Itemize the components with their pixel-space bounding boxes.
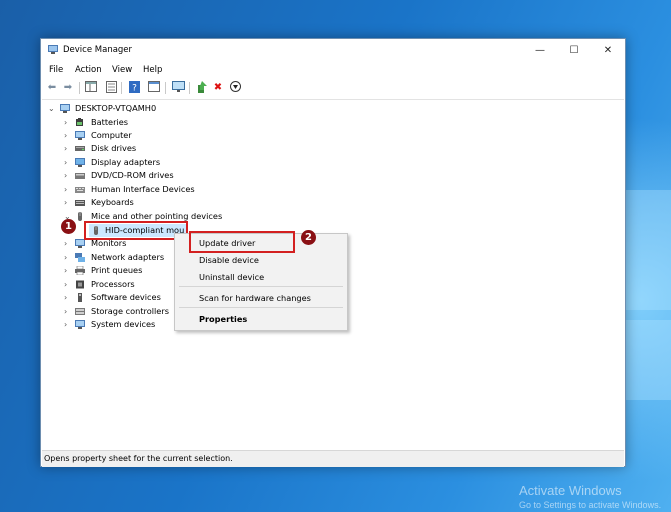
chevron-right-icon[interactable]: ›	[64, 237, 72, 250]
chevron-right-icon[interactable]: ›	[64, 196, 72, 209]
menu-disable-device[interactable]: Disable device	[199, 255, 259, 265]
tree-item-label: Print queues	[91, 265, 143, 275]
chevron-right-icon[interactable]: ›	[64, 116, 72, 129]
menu-bar: File Action View Help	[41, 62, 625, 79]
highlight-box-update-driver	[189, 231, 295, 253]
menu-view[interactable]: View	[112, 65, 132, 75]
tree-item-computer[interactable]: › Computer	[64, 129, 244, 142]
close-button[interactable]: ✕	[591, 39, 625, 62]
menu-file[interactable]: File	[49, 65, 63, 75]
disk-drive-icon	[75, 146, 85, 151]
processor-icon	[76, 280, 84, 289]
network-adapter-icon	[75, 253, 85, 262]
display-adapter-icon	[75, 158, 85, 167]
menu-scan-hardware[interactable]: Scan for hardware changes	[199, 293, 311, 303]
storage-controller-icon	[75, 308, 85, 315]
tree-root[interactable]: ⌄ DESKTOP-VTQAMH0	[48, 102, 248, 115]
tree-item-label: Disk drives	[91, 143, 137, 153]
chevron-right-icon[interactable]: ›	[64, 305, 72, 318]
dvd-drive-icon	[75, 173, 85, 179]
console-tree-icon[interactable]	[84, 81, 98, 95]
tree-item-label: Batteries	[91, 117, 129, 127]
tree-item-label: Keyboards	[91, 197, 134, 207]
tree-item-label: System devices	[91, 319, 156, 329]
toolbar-separator	[165, 82, 166, 94]
tree-item-human-interface-devices[interactable]: › Human Interface Devices	[64, 183, 244, 196]
activate-windows-watermark: Activate Windows Go to Settings to activ…	[519, 484, 661, 512]
system-device-icon	[75, 320, 85, 329]
toolbar: ⬅ ➡ ? ✖	[41, 79, 625, 99]
tree-item-label: Processors	[91, 279, 135, 289]
watermark-subtitle: Go to Settings to activate Windows.	[519, 500, 662, 510]
menu-separator	[179, 286, 343, 287]
toolbar-separator	[79, 82, 80, 94]
step-2-badge: 2	[301, 230, 316, 245]
menu-separator	[179, 307, 343, 308]
chevron-right-icon[interactable]: ›	[64, 318, 72, 331]
scan-hardware-icon[interactable]	[171, 81, 185, 95]
tree-item-disk-drives[interactable]: › Disk drives	[64, 142, 244, 155]
computer-name: DESKTOP-VTQAMH0	[75, 103, 157, 113]
menu-help[interactable]: Help	[143, 65, 162, 75]
menu-action[interactable]: Action	[75, 65, 102, 75]
chevron-right-icon[interactable]: ›	[64, 183, 72, 196]
computer-icon	[60, 104, 70, 113]
tree-item-label: Storage controllers	[91, 306, 169, 316]
hid-icon	[75, 187, 85, 193]
help-icon[interactable]: ?	[127, 81, 141, 95]
chevron-down-icon[interactable]: ⌄	[48, 102, 56, 115]
maximize-button[interactable]: ☐	[557, 39, 591, 62]
device-manager-icon	[48, 45, 58, 54]
battery-icon	[76, 118, 83, 126]
back-arrow-icon[interactable]: ⬅	[45, 81, 59, 95]
step-1-badge: 1	[61, 219, 76, 234]
chevron-right-icon[interactable]: ›	[64, 291, 72, 304]
chevron-right-icon[interactable]: ›	[64, 156, 72, 169]
tree-item-label: DVD/CD-ROM drives	[91, 170, 174, 180]
monitor-icon	[75, 239, 85, 248]
view-icon[interactable]	[147, 81, 161, 95]
chevron-right-icon[interactable]: ›	[64, 251, 72, 264]
tree-item-display-adapters[interactable]: › Display adapters	[64, 156, 244, 169]
status-text: Opens property sheet for the current sel…	[44, 454, 233, 463]
tree-item-label: Network adapters	[91, 252, 165, 262]
svg-text:?: ?	[132, 84, 137, 94]
forward-arrow-icon[interactable]: ➡	[61, 81, 75, 95]
printer-icon	[75, 266, 85, 275]
chevron-right-icon[interactable]: ›	[64, 142, 72, 155]
tree-item-keyboards[interactable]: › Keyboards	[64, 196, 244, 209]
tree-item-batteries[interactable]: › Batteries	[64, 116, 244, 129]
tree-item-label: Software devices	[91, 292, 161, 302]
chevron-right-icon[interactable]: ›	[64, 129, 72, 142]
keyboard-icon	[75, 200, 85, 206]
update-driver-icon[interactable]	[195, 81, 209, 95]
mouse-icon	[78, 212, 82, 221]
tree-item-dvd-drives[interactable]: › DVD/CD-ROM drives	[64, 169, 244, 182]
software-device-icon	[78, 293, 82, 302]
status-bar: Opens property sheet for the current sel…	[42, 450, 624, 467]
toolbar-separator	[189, 82, 190, 94]
disable-icon[interactable]	[228, 81, 242, 95]
chevron-right-icon[interactable]: ›	[64, 264, 72, 277]
title-bar[interactable]: Device Manager — ☐ ✕	[41, 39, 625, 62]
chevron-right-icon[interactable]: ›	[64, 169, 72, 182]
minimize-button[interactable]: —	[523, 39, 557, 62]
watermark-title: Activate Windows	[519, 483, 622, 498]
monitor-icon	[75, 131, 85, 140]
highlight-box-selected-device	[84, 221, 188, 240]
window-title: Device Manager	[63, 45, 133, 55]
tree-item-label: Human Interface Devices	[91, 184, 195, 194]
tree-item-label: Computer	[91, 130, 132, 140]
tree-item-label: Display adapters	[91, 157, 161, 167]
uninstall-icon[interactable]: ✖	[211, 81, 225, 95]
menu-properties[interactable]: Properties	[199, 314, 247, 324]
chevron-right-icon[interactable]: ›	[64, 278, 72, 291]
properties-icon[interactable]	[104, 81, 118, 95]
toolbar-separator	[121, 82, 122, 94]
menu-uninstall-device[interactable]: Uninstall device	[199, 272, 264, 282]
